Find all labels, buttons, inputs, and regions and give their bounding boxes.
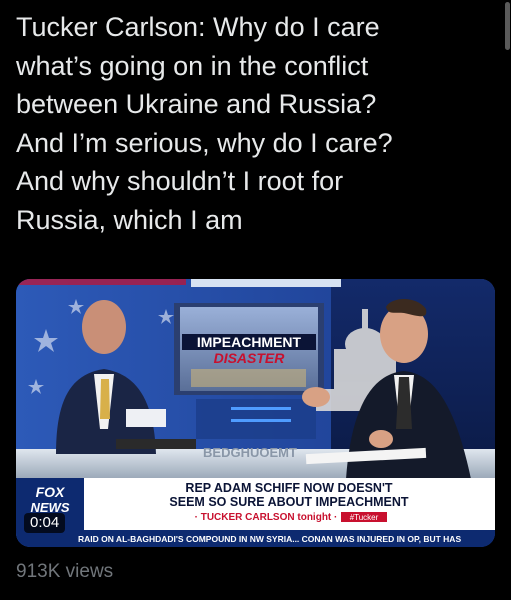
video-player[interactable]: IMPEACHMENT DISASTER BEDGHUOEMT FOX NEWS… (16, 279, 495, 547)
screen-title-2: DISASTER (214, 350, 286, 366)
scrollbar[interactable] (505, 2, 510, 50)
headline-1: REP ADAM SCHIFF NOW DOESN'T (185, 481, 393, 495)
video-frame: IMPEACHMENT DISASTER BEDGHUOEMT FOX NEWS… (16, 279, 495, 547)
news-ticker: RAID ON AL-BAGHDADI'S COMPOUND IN NW SYR… (78, 534, 461, 544)
desk-text: BEDGHUOEMT (203, 445, 297, 460)
screen-title-1: IMPEACHMENT (197, 334, 302, 350)
hashtag: #Tucker (350, 513, 379, 522)
video-timestamp: 0:04 (24, 513, 66, 533)
headline-2: SEEM SO SURE ABOUT IMPEACHMENT (169, 495, 409, 509)
fox-logo-1: FOX (36, 484, 66, 500)
show-name: · TUCKER CARLSON tonight · (195, 512, 338, 523)
tweet-text: Tucker Carlson: Why do I care what’s goi… (16, 12, 393, 235)
view-count: 913K views (16, 561, 114, 582)
